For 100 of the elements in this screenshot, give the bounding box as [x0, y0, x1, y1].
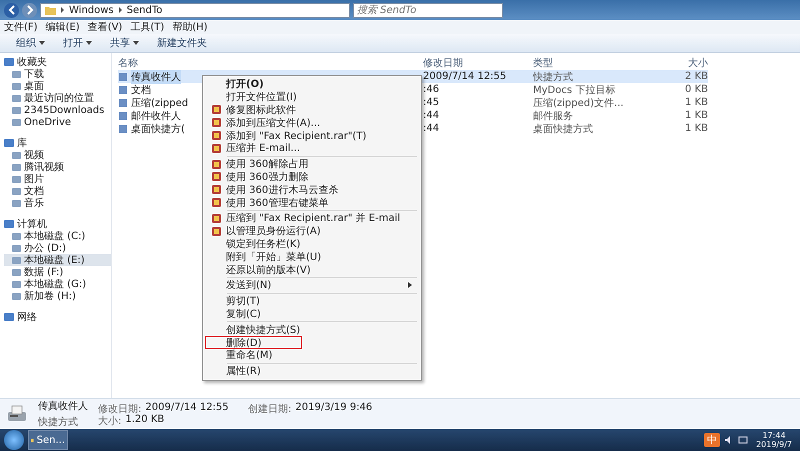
file-name[interactable]: 文档 — [131, 82, 151, 96]
context-menu-item[interactable]: 使用 360管理右键菜单 — [205, 196, 419, 209]
back-button[interactable] — [4, 2, 19, 18]
nav-item[interactable]: 新加卷 (H:) — [4, 290, 111, 302]
field-label: 修改日期: — [98, 402, 142, 414]
context-menu-item[interactable]: 属性(R) — [205, 364, 419, 378]
file-name: 传真收件人 — [38, 400, 88, 413]
nav-item[interactable]: 音乐 — [4, 197, 111, 209]
context-menu-item[interactable]: 删除(D) — [205, 336, 302, 349]
start-button[interactable] — [4, 430, 24, 450]
toolbar-button[interactable]: 新建文件夹 — [155, 36, 209, 50]
table-cell-text: 桌面快捷方式 — [533, 122, 594, 135]
taskbar-button[interactable]: Sen... — [28, 430, 68, 450]
group-icon — [4, 219, 14, 229]
nav-group[interactable]: 网络 — [4, 311, 111, 323]
folder-icon — [45, 5, 56, 15]
table-cell-text: :46 — [423, 83, 440, 96]
nav-item[interactable]: 数据 (F:) — [4, 266, 111, 278]
context-menu-item[interactable]: 压缩并 E-mail... — [205, 142, 419, 155]
chevron-icon — [60, 7, 65, 13]
column-header[interactable]: 修改日期 — [423, 56, 533, 70]
nav-item[interactable]: 本地磁盘 (C:) — [4, 230, 111, 242]
table-cell-text: 1 KB — [684, 109, 708, 122]
field-value: 1.20 KB — [125, 414, 164, 426]
submenu-arrow-icon — [408, 282, 412, 288]
context-menu-item[interactable]: 打开文件位置(I) — [205, 90, 419, 104]
menu-item[interactable]: 编辑(E) — [46, 20, 80, 34]
address-bar[interactable]: Windows SendTo — [40, 2, 350, 18]
nav-item[interactable]: 桌面 — [4, 80, 111, 92]
table-cell-text: 1 KB — [684, 96, 708, 109]
clock-time[interactable]: 17:44 — [762, 431, 786, 440]
context-menu-item[interactable]: 添加到压缩文件(A)... — [205, 116, 419, 130]
context-menu-item[interactable]: 发送到(N) — [205, 278, 419, 292]
field-value: 2019/3/19 9:46 — [295, 402, 372, 414]
column-header[interactable]: 大小 — [658, 56, 708, 70]
menu-item[interactable]: 工具(T) — [130, 20, 164, 34]
nav-item[interactable]: 2345Downloads — [4, 104, 111, 116]
forward-button[interactable] — [22, 2, 37, 18]
clock-date[interactable]: 2019/9/7 — [756, 440, 792, 449]
group-icon — [4, 138, 14, 148]
table-cell-text: :45 — [423, 96, 440, 109]
file-name[interactable]: 桌面快捷方( — [131, 122, 185, 136]
nav-item[interactable]: 最近访问的位置 — [4, 92, 111, 104]
column-header[interactable]: 名称 — [118, 56, 423, 70]
file-type: 快捷方式 — [38, 416, 79, 429]
context-menu-item[interactable]: 还原以前的版本(V) — [205, 263, 419, 276]
network-icon[interactable] — [738, 435, 748, 445]
file-name[interactable]: 邮件收件人 — [131, 108, 181, 122]
menu-item[interactable]: 文件(F) — [4, 20, 38, 34]
toolbar-button[interactable]: 组织 — [14, 36, 47, 50]
context-menu-item[interactable]: 打开(O) — [205, 78, 419, 91]
chevron-icon — [118, 7, 123, 13]
table-cell-text: :44 — [423, 109, 440, 122]
breadcrumb[interactable]: Windows — [69, 4, 114, 16]
nav-item[interactable]: 视频 — [4, 149, 111, 161]
context-menu-item[interactable]: 使用 360进行木马云查杀 — [205, 183, 419, 196]
group-icon — [4, 312, 14, 322]
table-cell-text: 0 KB — [684, 83, 708, 96]
context-menu-item[interactable]: 重命名(M) — [205, 348, 419, 362]
search-field[interactable]: 搜索 SendTo — [353, 2, 503, 18]
breadcrumb[interactable]: SendTo — [126, 4, 162, 16]
context-menu-item[interactable]: 创建快捷方式(S) — [205, 323, 419, 336]
context-menu-item[interactable]: 添加到 "Fax Recipient.rar"(T) — [205, 129, 419, 142]
toolbar-button[interactable]: 打开 — [61, 36, 94, 50]
table-cell-text: 压缩(zipped)文件... — [533, 96, 625, 109]
menu-item[interactable]: 查看(V) — [88, 20, 122, 34]
nav-group[interactable]: 收藏夹 — [4, 56, 111, 68]
nav-group[interactable]: 库 — [4, 137, 111, 149]
context-menu-item[interactable]: 附到「开始」菜单(U) — [205, 250, 419, 264]
field-label: 大小: — [98, 414, 122, 426]
context-menu-item[interactable]: 使用 360解除占用 — [205, 158, 419, 171]
column-header[interactable]: 类型 — [533, 56, 658, 70]
nav-item[interactable]: 文档 — [4, 185, 111, 197]
nav-item[interactable]: 图片 — [4, 173, 111, 185]
nav-item[interactable]: 本地磁盘 (E:) — [4, 254, 111, 266]
context-menu-item[interactable]: 压缩到 "Fax Recipient.rar" 并 E-mail — [205, 212, 419, 225]
context-menu-item[interactable]: 修复图标此软件 — [205, 104, 419, 116]
context-menu-item[interactable]: 以管理员身份运行(A) — [205, 224, 419, 238]
nav-group[interactable]: 计算机 — [4, 218, 111, 230]
fax-icon — [6, 404, 28, 424]
file-name[interactable]: 传真收件人 — [131, 70, 181, 84]
table-cell: 2 KB — [658, 70, 708, 83]
menu-item[interactable]: 帮助(H) — [172, 20, 208, 34]
context-menu-item[interactable]: 使用 360强力删除 — [205, 170, 419, 184]
context-menu-item[interactable]: 剪切(T) — [205, 294, 419, 308]
nav-item[interactable]: 腾讯视频 — [4, 161, 111, 173]
field-label: 创建日期: — [248, 402, 292, 414]
context-menu-item[interactable]: 复制(C) — [205, 308, 419, 320]
caret-icon — [39, 41, 45, 45]
nav-item[interactable]: OneDrive — [4, 116, 111, 128]
nav-item[interactable]: 本地磁盘 (G:) — [4, 278, 111, 290]
context-menu-item[interactable]: 锁定到任务栏(K) — [205, 238, 419, 250]
table-cell-text: 邮件服务 — [533, 110, 574, 122]
file-name[interactable]: 压缩(zipped — [131, 96, 188, 110]
field-value: 2009/7/14 12:55 — [145, 402, 229, 414]
nav-item[interactable]: 下载 — [4, 68, 111, 80]
toolbar-button[interactable]: 共享 — [108, 36, 141, 50]
table-cell: 快捷方式 — [533, 70, 658, 83]
table-cell: 2009/7/14 12:55 — [423, 70, 533, 83]
nav-item[interactable]: 办公 (D:) — [4, 242, 111, 254]
